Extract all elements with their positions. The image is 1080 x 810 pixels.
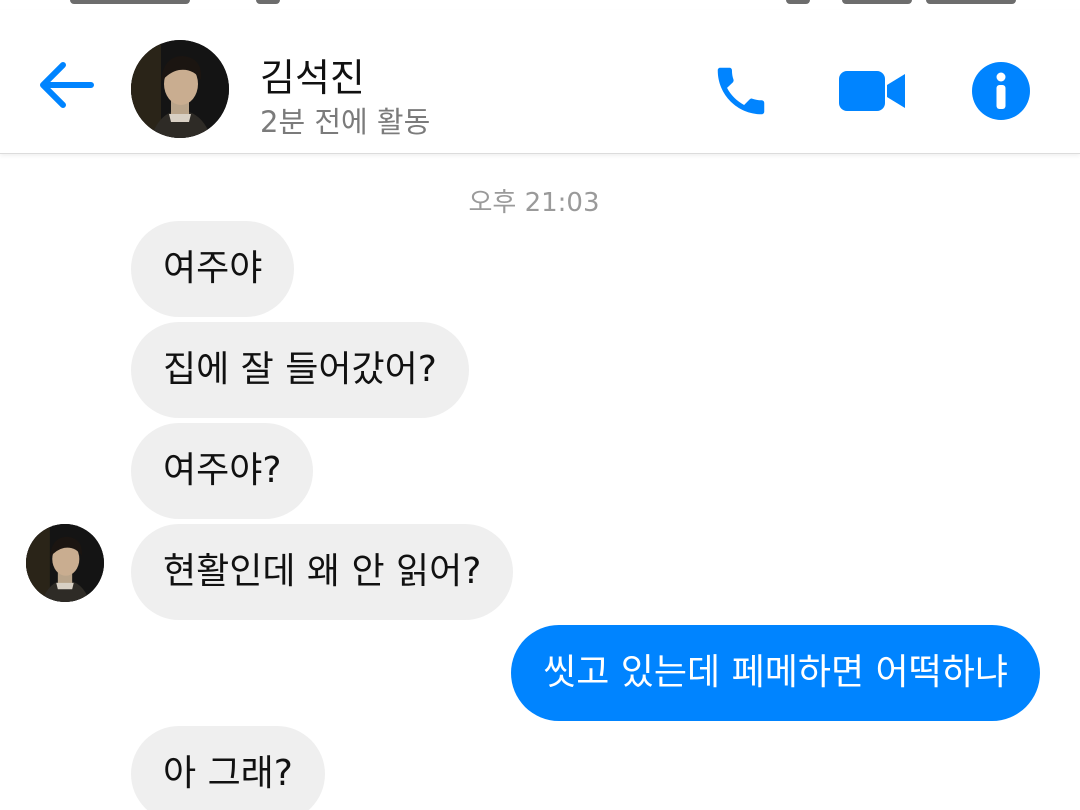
video-call-button[interactable] [836,62,908,120]
info-icon [972,62,1030,120]
incoming-message[interactable]: 현활인데 왜 안 읽어? [131,524,514,620]
status-bar [0,0,1080,8]
contact-avatar[interactable] [131,40,229,138]
contact-name: 김석진 [260,56,365,100]
sender-avatar[interactable] [26,524,104,602]
info-button[interactable] [970,60,1032,122]
active-status: 2분 전에 활동 [260,105,431,139]
back-arrow-icon [40,62,94,108]
voice-call-button[interactable] [708,58,774,124]
incoming-message[interactable]: 집에 잘 들어갔어? [131,322,469,418]
incoming-message[interactable]: 여주야? [131,423,314,519]
outgoing-message[interactable]: 씻고 있는데 페메하면 어떡하냐 [511,625,1040,721]
chat-header: 김석진 2분 전에 활동 [0,10,1080,154]
message-timestamp: 오후 21:03 [468,188,600,218]
incoming-message[interactable]: 여주야 [131,221,295,317]
video-camera-icon [839,71,905,111]
back-button[interactable] [32,56,98,114]
incoming-message[interactable]: 아 그래? [131,726,325,810]
phone-icon [717,67,765,115]
